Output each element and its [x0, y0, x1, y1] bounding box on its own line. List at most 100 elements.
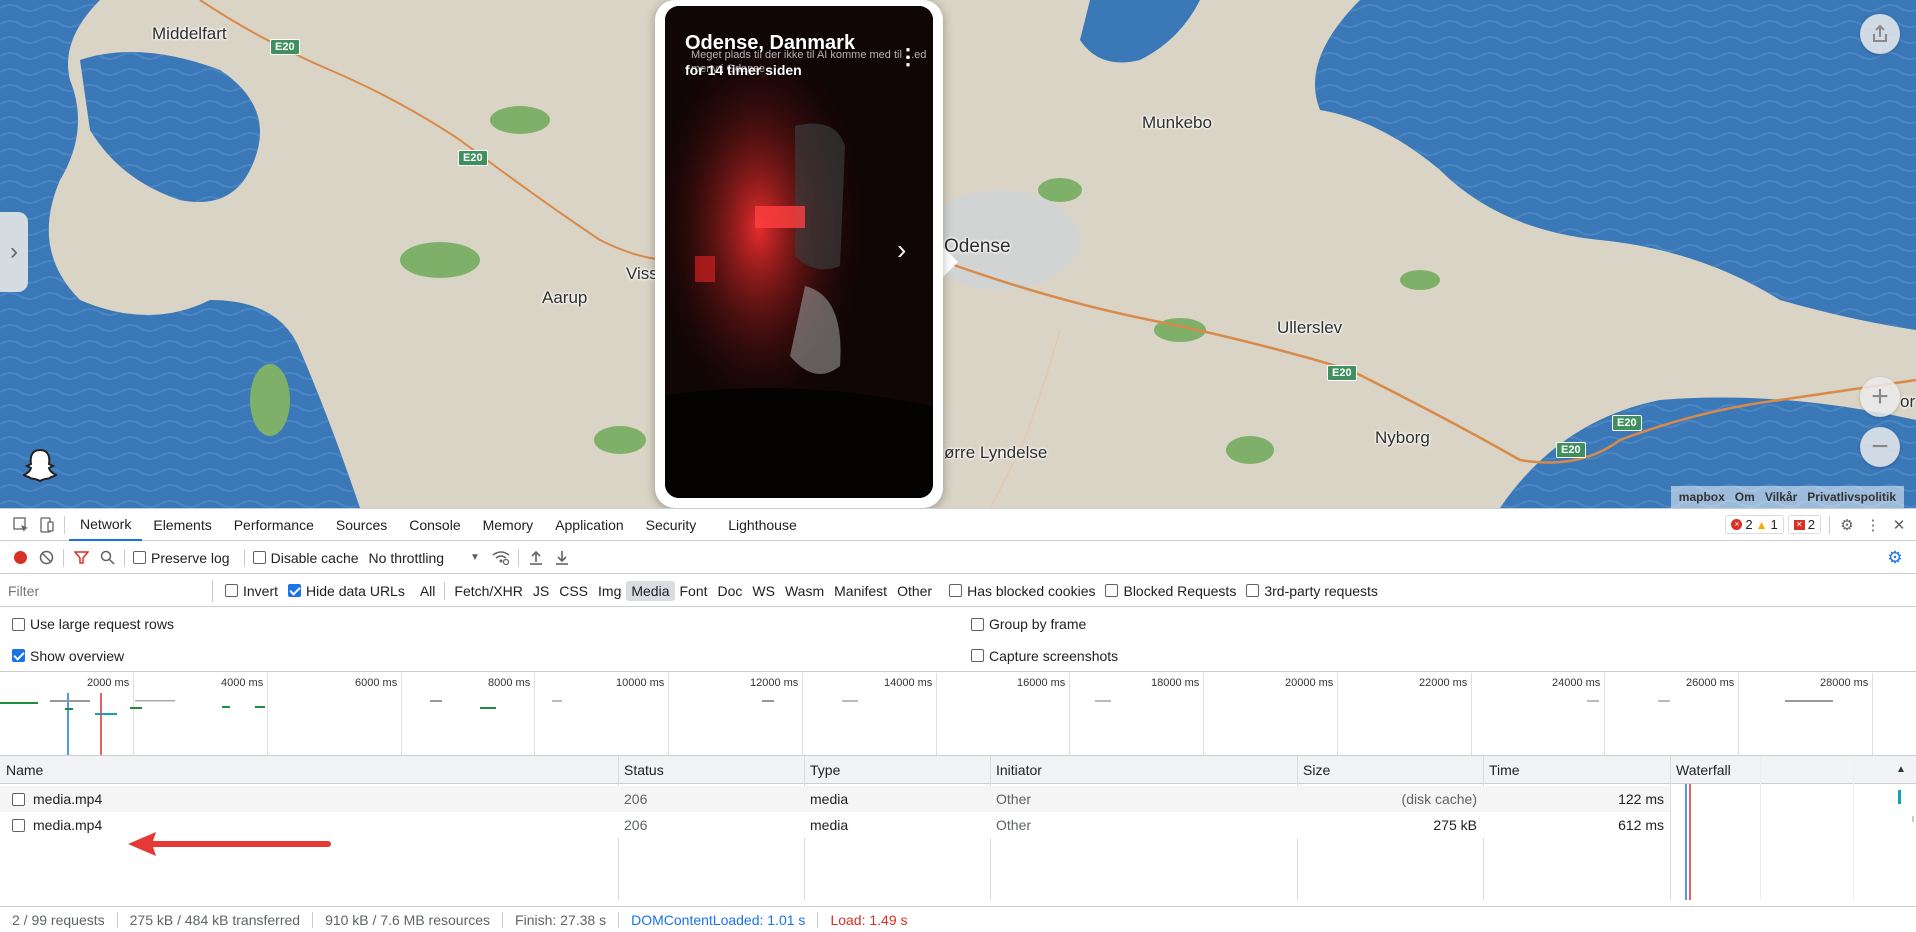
- table-row[interactable]: media.mp4 206 media Other (disk cache) 1…: [0, 786, 1670, 812]
- row-time: 122 ms: [1618, 791, 1664, 807]
- capture-screenshots-checkbox[interactable]: Capture screenshots: [971, 648, 1118, 664]
- tab-security[interactable]: Security: [635, 509, 708, 541]
- terms-link[interactable]: Vilkår: [1765, 490, 1797, 504]
- device-toolbar-icon[interactable]: [34, 512, 60, 538]
- column-header-initiator[interactable]: Initiator: [990, 756, 1297, 784]
- large-request-rows-checkbox[interactable]: Use large request rows: [12, 616, 174, 632]
- invert-label: Invert: [243, 582, 279, 599]
- settings-gear-icon[interactable]: ⚙: [1834, 512, 1860, 538]
- column-header-type[interactable]: Type: [804, 756, 990, 784]
- checkbox-box: [252, 551, 266, 564]
- vertical-dots-icon[interactable]: ⋮: [897, 44, 919, 70]
- filter-type-other[interactable]: Other: [892, 581, 937, 601]
- network-status-bar: 2 / 99 requests 275 kB / 484 kB transfer…: [0, 906, 1916, 932]
- filter-icon[interactable]: [68, 545, 94, 571]
- checkbox-box: [133, 551, 146, 564]
- group-by-frame-checkbox[interactable]: Group by frame: [971, 616, 1086, 632]
- tab-performance[interactable]: Performance: [223, 509, 325, 541]
- status-finish: Finish: 27.38 s: [503, 911, 620, 928]
- about-link[interactable]: Om: [1735, 490, 1755, 504]
- column-header-status[interactable]: Status: [618, 756, 804, 784]
- mapbox-logo[interactable]: mapbox: [1679, 490, 1725, 504]
- export-har-icon[interactable]: [549, 545, 575, 571]
- filter-type-fetch-xhr[interactable]: Fetch/XHR: [449, 581, 527, 601]
- row-initiator: Other: [996, 791, 1032, 807]
- share-button[interactable]: [1860, 14, 1900, 54]
- filter-type-ws[interactable]: WS: [747, 581, 780, 601]
- privacy-link[interactable]: Privatlivspolitik: [1807, 490, 1896, 504]
- column-header-size[interactable]: Size: [1297, 756, 1483, 784]
- column-header-name[interactable]: Name: [0, 756, 618, 784]
- story-timestamp: for 14 timer siden: [685, 62, 802, 78]
- clear-icon[interactable]: [33, 545, 59, 571]
- filter-type-js[interactable]: JS: [528, 581, 554, 601]
- filter-type-manifest[interactable]: Manifest: [829, 581, 892, 601]
- issues-badge[interactable]: ✕ 2: [1787, 515, 1821, 534]
- record-button[interactable]: [7, 545, 33, 571]
- disable-cache-checkbox[interactable]: Disable cache: [252, 550, 359, 566]
- tab-sources[interactable]: Sources: [325, 509, 398, 541]
- filter-type-all[interactable]: All: [415, 581, 441, 601]
- row-type: media: [810, 817, 849, 833]
- network-overview-timeline[interactable]: 2000 ms 4000 ms 6000 ms 8000 ms 10000 ms…: [0, 673, 1916, 756]
- import-har-icon[interactable]: [523, 545, 549, 571]
- filter-type-media[interactable]: Media: [626, 580, 675, 601]
- search-icon[interactable]: [94, 545, 120, 571]
- error-icon: ×: [1731, 519, 1743, 530]
- tab-network[interactable]: Network: [69, 509, 143, 541]
- tab-lighthouse[interactable]: Lighthouse: [717, 509, 808, 541]
- checkbox-box: [1246, 584, 1260, 597]
- town-label: ørre Lyndelse: [944, 443, 1048, 462]
- road-shield: E20: [1612, 415, 1642, 431]
- devtools-tabbar: Network Elements Performance Sources Con…: [0, 509, 1916, 541]
- has-blocked-cookies-checkbox[interactable]: Has blocked cookies: [949, 583, 1095, 599]
- network-conditions-icon[interactable]: [488, 545, 514, 571]
- town-label: Middelfart: [152, 24, 227, 43]
- tab-elements[interactable]: Elements: [142, 509, 222, 541]
- has-blocked-cookies-label: Has blocked cookies: [967, 582, 1096, 599]
- throttling-select[interactable]: No throttling ▼: [369, 550, 480, 566]
- network-settings-gear-icon[interactable]: ⚙: [1882, 545, 1908, 571]
- close-devtools-icon[interactable]: ✕: [1886, 512, 1912, 538]
- row-name: media.mp4: [33, 791, 103, 807]
- filter-type-doc[interactable]: Doc: [713, 581, 748, 601]
- expand-panel-button[interactable]: ›: [0, 212, 28, 292]
- zoom-out-button[interactable]: −: [1860, 427, 1900, 467]
- preserve-log-checkbox[interactable]: Preserve log: [133, 550, 230, 566]
- show-overview-label: Show overview: [30, 647, 125, 664]
- issues-count: 2: [1807, 517, 1815, 532]
- filter-type-img[interactable]: Img: [593, 581, 626, 601]
- console-counts-badge[interactable]: × 2 ▲ 1: [1725, 515, 1784, 534]
- invert-checkbox[interactable]: Invert: [225, 583, 278, 599]
- toolbar-divider: [124, 548, 125, 567]
- inspect-element-icon[interactable]: [8, 512, 34, 538]
- toolbar-divider: [63, 548, 64, 567]
- zoom-in-button[interactable]: +: [1860, 377, 1900, 417]
- next-story-chevron-icon[interactable]: ›: [897, 234, 906, 266]
- filter-input[interactable]: [4, 579, 213, 602]
- preserve-log-label: Preserve log: [151, 549, 230, 566]
- snapchat-ghost-icon[interactable]: [20, 446, 60, 486]
- toolbar-divider: [64, 515, 65, 534]
- status-load: Load: 1.49 s: [830, 911, 908, 928]
- blocked-requests-checkbox[interactable]: Blocked Requests: [1105, 583, 1236, 599]
- story-card[interactable]: Meget plads til der ikke til AI komme me…: [655, 0, 943, 508]
- hide-data-urls-checkbox[interactable]: Hide data URLs: [288, 583, 405, 599]
- story-video[interactable]: Meget plads til der ikke til AI komme me…: [665, 6, 933, 498]
- tab-application[interactable]: Application: [544, 509, 635, 541]
- row-status: 206: [624, 791, 648, 807]
- sort-ascending-icon[interactable]: ▲: [1896, 756, 1906, 784]
- tab-console[interactable]: Console: [398, 509, 471, 541]
- third-party-requests-checkbox[interactable]: 3rd-party requests: [1246, 583, 1378, 599]
- map-view[interactable]: Middelfart Munkebo Odense Aarup Viss Ull…: [0, 0, 1916, 508]
- more-options-icon[interactable]: ⋮: [1860, 512, 1886, 538]
- column-header-time[interactable]: Time: [1483, 756, 1670, 784]
- filter-type-font[interactable]: Font: [675, 581, 713, 601]
- show-overview-checkbox[interactable]: Show overview: [12, 648, 124, 664]
- filter-type-wasm[interactable]: Wasm: [780, 581, 829, 601]
- annotation-arrow-icon: [128, 832, 331, 856]
- requests-table: Name Status Type Initiator Size Time Wat…: [0, 756, 1916, 900]
- filter-type-css[interactable]: CSS: [554, 581, 593, 601]
- column-header-waterfall[interactable]: Waterfall: [1670, 756, 1916, 784]
- tab-memory[interactable]: Memory: [472, 509, 545, 541]
